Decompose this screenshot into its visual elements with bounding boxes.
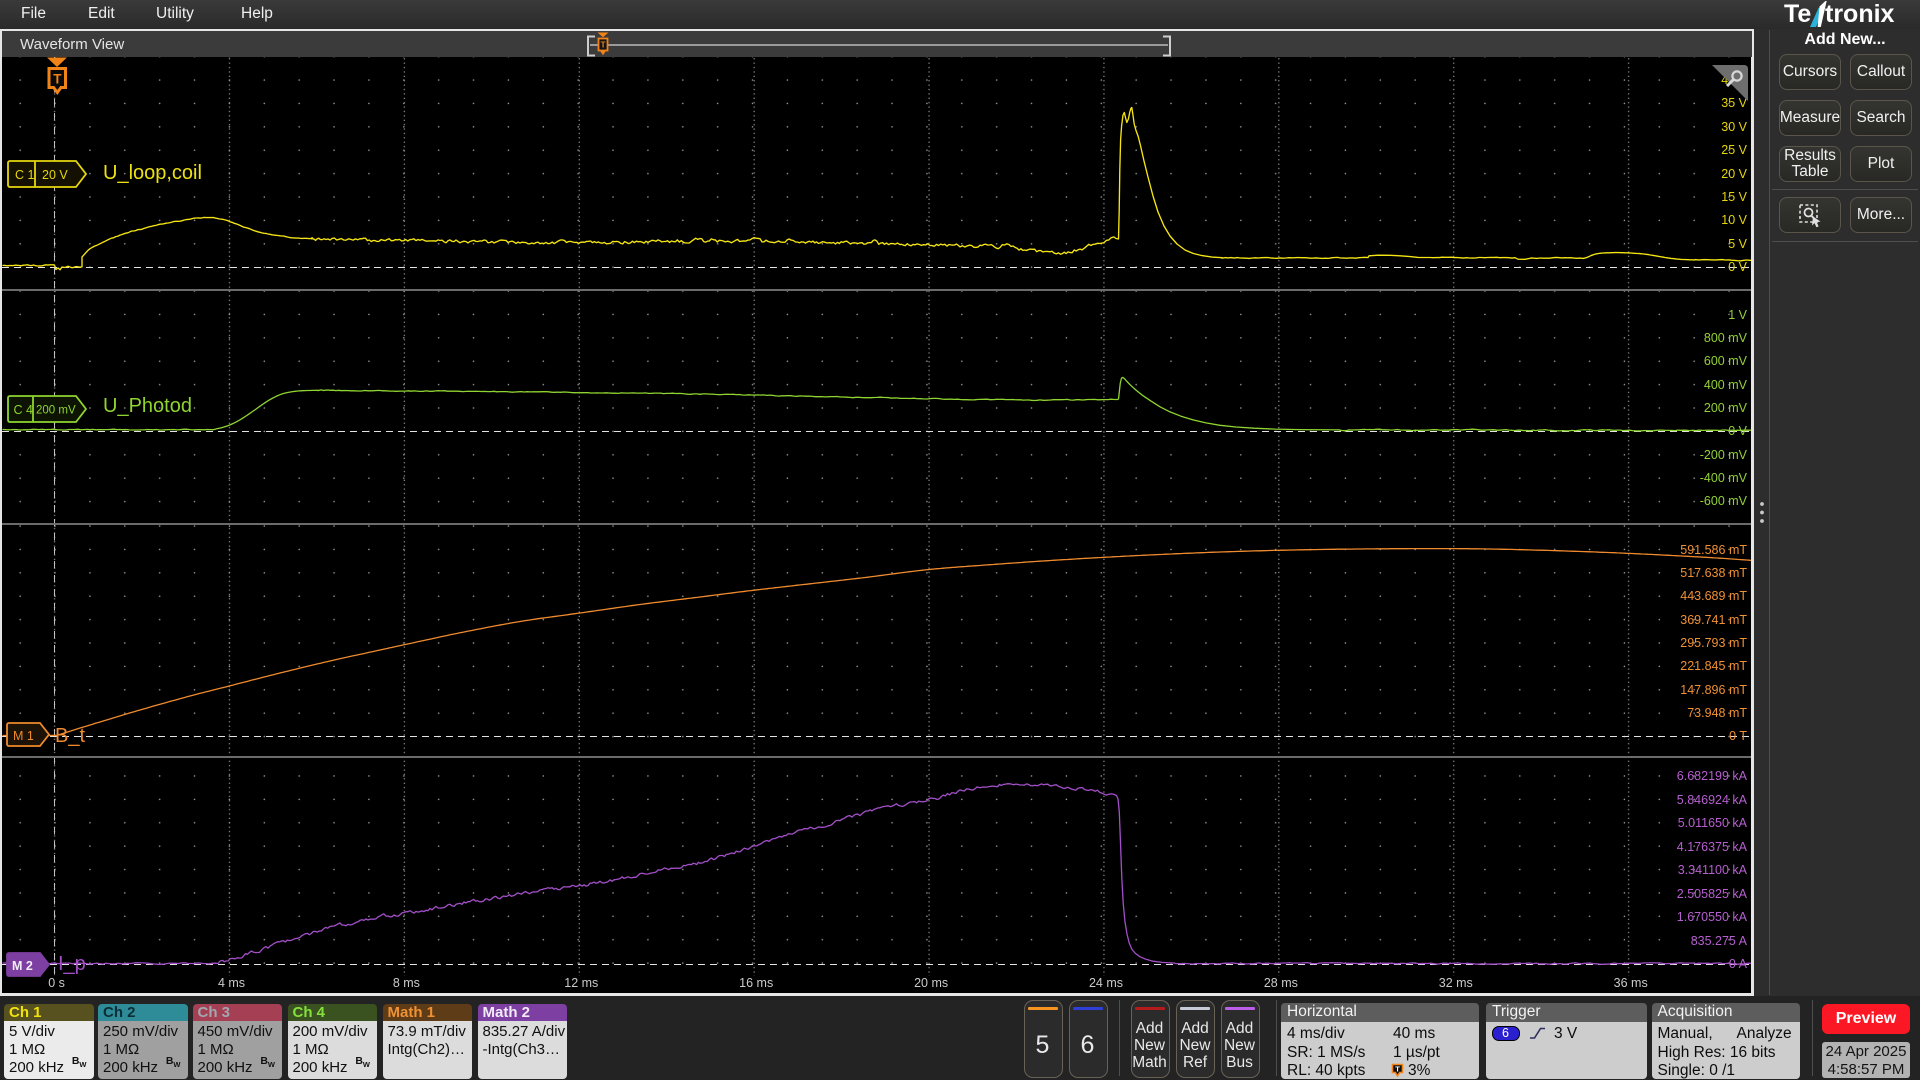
svg-text:C 4: C 4 [14, 403, 34, 417]
svg-text:tronix: tronix [1825, 1, 1895, 28]
svg-text:T: T [601, 41, 606, 50]
svg-text:T: T [53, 72, 62, 87]
svg-text:C 1: C 1 [15, 168, 35, 182]
svg-text:T: T [1395, 1065, 1400, 1074]
svg-text:20 V: 20 V [42, 168, 68, 182]
svg-text:Te: Te [1784, 1, 1811, 28]
svg-text:M 1: M 1 [13, 729, 34, 743]
svg-text:M 2: M 2 [12, 959, 33, 973]
svg-text:200 mV: 200 mV [36, 405, 76, 417]
